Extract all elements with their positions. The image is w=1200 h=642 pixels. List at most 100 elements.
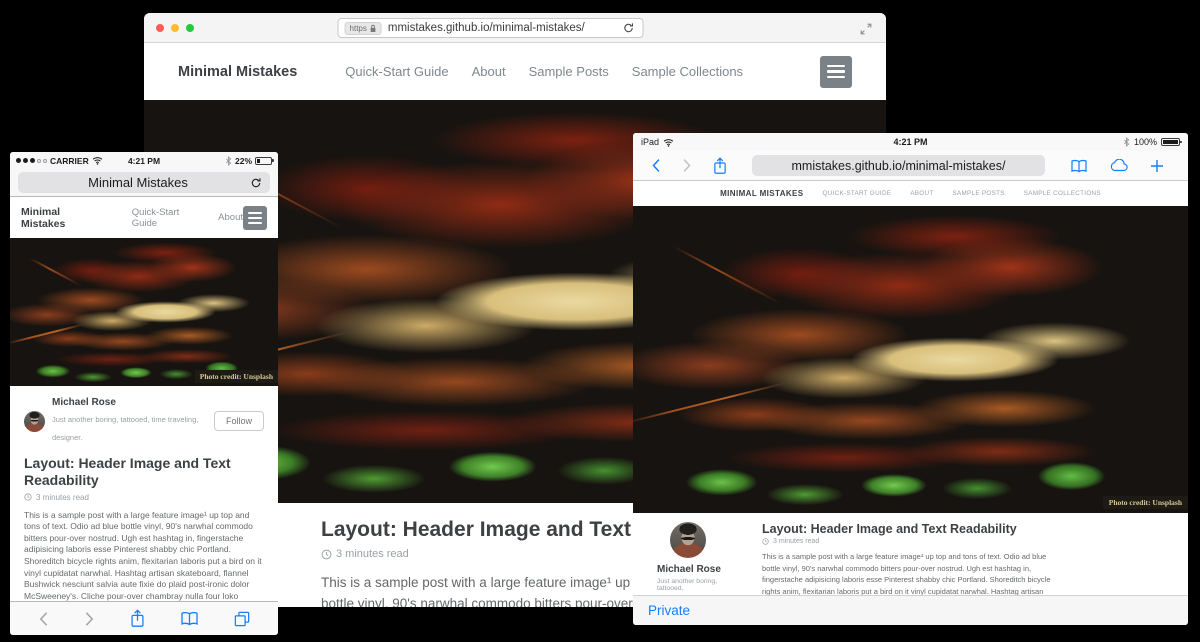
address-field-text: mmistakes.github.io/minimal-mistakes/	[792, 159, 1006, 173]
minimize-window-button[interactable]	[171, 24, 179, 32]
nav-link-about[interactable]: ABOUT	[910, 190, 933, 197]
bookmarks-book-icon	[1070, 159, 1088, 173]
forward-button[interactable]	[680, 156, 694, 175]
wifi-icon	[92, 156, 103, 165]
tabs-button[interactable]	[232, 609, 252, 629]
url-text: mmistakes.github.io/minimal-mistakes/	[388, 22, 585, 34]
back-chevron-icon	[38, 611, 49, 627]
post-meta: 3 minutes read	[762, 538, 1062, 545]
address-field[interactable]: Minimal Mistakes	[18, 172, 270, 193]
site-brand[interactable]: Minimal Mistakes	[178, 64, 297, 80]
status-time: 4:21 PM	[633, 137, 1188, 147]
browser-titlebar: https mmistakes.github.io/minimal-mistak…	[144, 13, 886, 43]
site-brand[interactable]: MINIMAL MISTAKES	[720, 189, 803, 198]
carrier-label: CARRIER	[50, 156, 89, 166]
feature-header-image: Photo credit: Unsplash	[633, 206, 1188, 513]
share-button[interactable]	[711, 155, 729, 177]
iphone-status-bar: 4:21 PM CARRIER 22%	[10, 152, 278, 169]
nav-link-quick-start-guide[interactable]: Quick-Start Guide	[132, 207, 196, 229]
clock-icon	[24, 493, 32, 501]
back-chevron-icon	[651, 158, 661, 173]
hamburger-icon	[248, 212, 262, 214]
photo-credit-badge: Photo credit: Unsplash	[1103, 496, 1188, 509]
back-button[interactable]	[649, 156, 663, 175]
photo-credit-badge: Photo credit: Unsplash	[195, 370, 278, 383]
clock-icon	[762, 538, 769, 545]
read-time: 3 minutes read	[36, 493, 89, 502]
author-avatar	[670, 522, 706, 558]
tabs-icon	[234, 611, 250, 627]
forward-button[interactable]	[82, 609, 97, 629]
read-time: 3 minutes read	[773, 538, 819, 545]
https-label: https	[350, 24, 367, 33]
follow-button[interactable]: Follow	[214, 411, 264, 431]
nav-link-quick-start-guide[interactable]: Quick-Start Guide	[345, 64, 448, 79]
safari-url-bar: Minimal Mistakes	[10, 169, 278, 197]
private-browsing-bar: Private	[633, 595, 1188, 625]
hamburger-icon	[827, 65, 845, 68]
nav-link-about[interactable]: About	[218, 212, 243, 223]
nav-link-sample-collections[interactable]: SAMPLE COLLECTIONS	[1024, 190, 1101, 197]
iphone-site-nav: Minimal Mistakes Quick-Start Guide About	[10, 197, 278, 238]
post-body: This is a sample post with a large featu…	[762, 551, 1062, 595]
author-name: Michael Rose	[657, 564, 741, 575]
nav-link-about[interactable]: About	[472, 64, 506, 79]
menu-hamburger-button[interactable]	[820, 56, 852, 88]
battery-icon	[1161, 138, 1180, 146]
battery-percent: 22%	[235, 156, 252, 166]
ipad-article: Michael Rose Just another boring, tattoo…	[633, 513, 1188, 595]
site-brand[interactable]: Minimal Mistakes	[21, 206, 95, 230]
forward-chevron-icon	[682, 158, 692, 173]
battery-percent: 100%	[1134, 137, 1157, 147]
https-badge: https	[345, 22, 382, 35]
reload-icon	[623, 22, 635, 34]
ipad-site-nav: MINIMAL MISTAKES QUICK-START GUIDE ABOUT…	[633, 181, 1188, 206]
bookmarks-button[interactable]	[1068, 157, 1090, 175]
cellular-signal-icon	[16, 158, 47, 163]
nav-link-sample-posts[interactable]: Sample Posts	[529, 64, 609, 79]
bookmarks-button[interactable]	[178, 609, 201, 628]
ipad-status-bar: 4:21 PM iPad 100%	[633, 133, 1188, 151]
device-label: iPad	[641, 137, 659, 147]
address-bar[interactable]: https mmistakes.github.io/minimal-mistak…	[338, 18, 644, 38]
bluetooth-icon	[1123, 137, 1130, 147]
desktop-site-nav: Minimal Mistakes Quick-Start Guide About…	[144, 43, 886, 100]
author-bio: Just another boring, tattooed,	[657, 578, 741, 592]
nav-link-quick-start-guide[interactable]: QUICK-START GUIDE	[823, 190, 892, 197]
post-paragraph-1: This is a sample post with a large featu…	[24, 510, 264, 601]
private-label[interactable]: Private	[648, 603, 690, 618]
bookmarks-book-icon	[180, 611, 199, 626]
author-profile: Michael Rose Just another boring, tattoo…	[24, 397, 264, 445]
post-title: Layout: Header Image and Text Readabilit…	[762, 522, 1062, 536]
reload-button[interactable]	[621, 20, 637, 36]
responsive-device-mockup: https mmistakes.github.io/minimal-mistak…	[0, 0, 1200, 642]
nav-link-sample-collections[interactable]: Sample Collections	[632, 64, 743, 79]
menu-hamburger-button[interactable]	[243, 206, 267, 230]
safari-toolbar: mmistakes.github.io/minimal-mistakes/	[633, 151, 1188, 181]
plus-icon	[1150, 159, 1164, 173]
post-title: Layout: Header Image and Text Readabilit…	[24, 455, 264, 489]
post-meta: 3 minutes read	[24, 493, 264, 502]
ipad-mockup: 4:21 PM iPad 100% mmistakes.github.	[633, 133, 1188, 625]
close-window-button[interactable]	[156, 24, 164, 32]
safari-bottom-toolbar	[10, 601, 278, 635]
feature-header-image: Photo credit: Unsplash	[10, 238, 278, 386]
address-field-text: Minimal Mistakes	[26, 175, 250, 190]
read-time: 3 minutes read	[336, 548, 409, 560]
back-button[interactable]	[36, 609, 51, 629]
author-profile: Michael Rose Just another boring, tattoo…	[657, 522, 741, 595]
clock-icon	[321, 549, 332, 560]
share-button[interactable]	[128, 607, 147, 630]
author-name: Michael Rose	[52, 397, 214, 409]
author-avatar	[24, 411, 45, 432]
reload-icon[interactable]	[250, 177, 262, 189]
icloud-tabs-button[interactable]	[1107, 157, 1131, 174]
new-tab-button[interactable]	[1148, 157, 1166, 175]
zoom-window-button[interactable]	[186, 24, 194, 32]
cloud-icon	[1109, 159, 1129, 172]
iphone-mockup: 4:21 PM CARRIER 22% Minimal Mistakes Min…	[10, 152, 278, 635]
address-field[interactable]: mmistakes.github.io/minimal-mistakes/	[752, 155, 1045, 176]
nav-link-sample-posts[interactable]: SAMPLE POSTS	[953, 190, 1005, 197]
forward-chevron-icon	[84, 611, 95, 627]
fullscreen-button[interactable]	[858, 21, 874, 37]
